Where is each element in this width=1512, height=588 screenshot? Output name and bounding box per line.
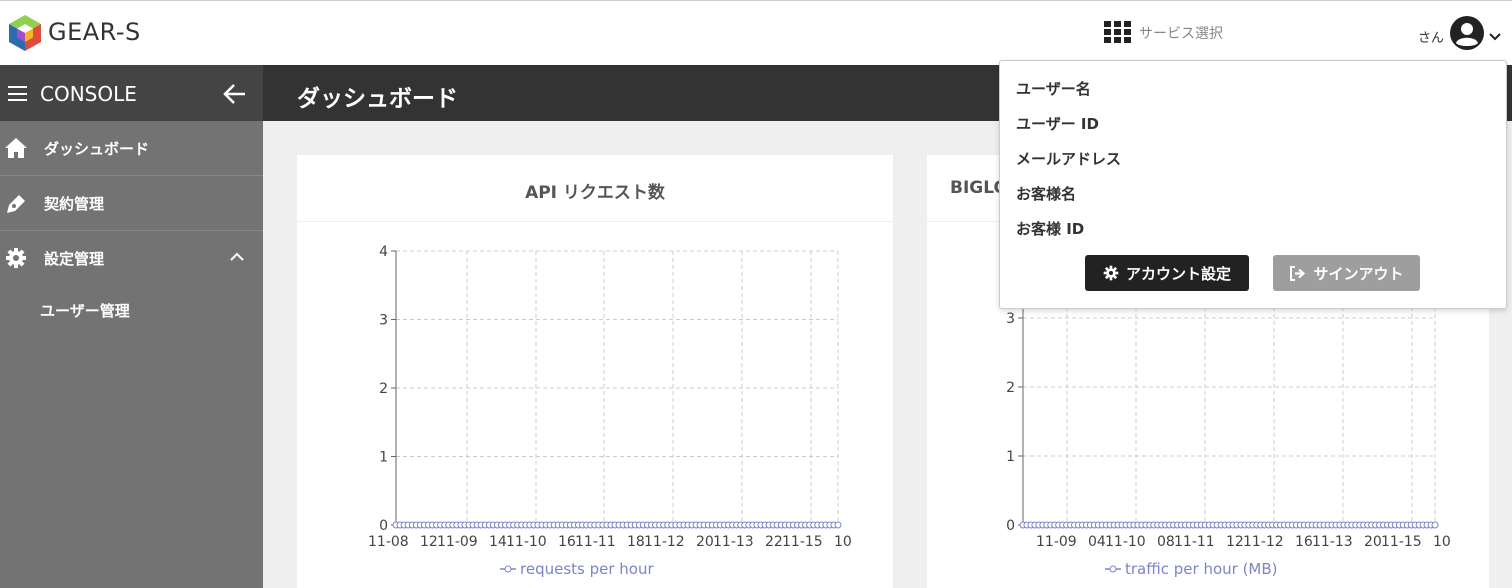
- user-suffix-label: さん: [1418, 30, 1445, 46]
- sidebar-item-label: 設定管理: [44, 250, 105, 268]
- data-point: [834, 521, 842, 529]
- sidebar-item-settings[interactable]: 設定管理: [0, 231, 263, 286]
- x-tick-label: 11-11: [575, 534, 616, 550]
- x-tick-label: 11-08: [368, 534, 409, 550]
- x-tick-label: 10: [834, 534, 852, 550]
- api-requests-chart: 0123411-08 12 11-09 14 11-10 16 11-11 18 11-12 20…: [368, 244, 852, 578]
- sidebar-item-label: ダッシュボード: [44, 140, 150, 158]
- x-tick-label: 04: [1088, 534, 1106, 550]
- chevron-down-icon: [1489, 33, 1501, 41]
- sidebar-subitem-user-management[interactable]: ユーザー管理: [0, 286, 263, 334]
- pen-icon: [7, 195, 25, 213]
- sidebar-item-label: 契約管理: [44, 195, 105, 213]
- dropdown-user-name: ユーザー名: [1016, 80, 1091, 98]
- x-tick-label: 16: [558, 534, 576, 550]
- x-tick-label: 11-15: [782, 534, 823, 550]
- x-tick-label: 20: [696, 534, 714, 550]
- y-tick-label: 2: [1006, 380, 1015, 396]
- home-icon: [5, 138, 27, 158]
- sidebar-item-dashboard[interactable]: ダッシュボード: [0, 121, 263, 176]
- x-tick-label: 11-10: [1105, 534, 1146, 550]
- sign-out-icon: [1290, 265, 1306, 281]
- dropdown-user-id: ユーザー ID: [1016, 115, 1099, 133]
- y-tick-label: 1: [379, 450, 388, 466]
- apps-grid-icon: [1104, 21, 1132, 45]
- y-tick-label: 4: [379, 244, 388, 260]
- x-tick-label: 11-12: [1243, 534, 1284, 550]
- console-title: CONSOLE: [40, 82, 137, 106]
- x-tick-label: 22: [765, 534, 783, 550]
- x-tick-label: 18: [627, 534, 645, 550]
- account-settings-label: アカウント設定: [1125, 264, 1231, 283]
- x-tick-label: 12: [1226, 534, 1244, 550]
- x-tick-label: 11-13: [1312, 534, 1353, 550]
- gear-icon: [6, 248, 26, 268]
- x-tick-label: 11-15: [1381, 534, 1422, 550]
- x-tick-label: 20: [1364, 534, 1382, 550]
- legend-marker: [504, 565, 512, 573]
- x-tick-label: 11-11: [1174, 534, 1215, 550]
- user-avatar-icon: [1450, 16, 1485, 50]
- legend-label: traffic per hour (MB): [1125, 560, 1278, 578]
- x-tick-label: 11-10: [506, 534, 547, 550]
- sidebar-item-contracts[interactable]: 契約管理: [0, 176, 263, 231]
- api-requests-card: API リクエスト数 0 1 2 3 4 11-08 12 11-09 14 11-10 16 11-…: [297, 155, 893, 588]
- y-tick-label: 0: [379, 518, 388, 534]
- user-menu-button[interactable]: さん: [1418, 15, 1502, 51]
- data-point: [1431, 521, 1439, 529]
- x-tick-label: 16: [1295, 534, 1313, 550]
- sidebar: CONSOLE ダッシュボード 契約管理 設定管理 ユーザー管理: [0, 65, 263, 588]
- dropdown-email: メールアドレス: [1016, 150, 1122, 168]
- y-tick-label: 0: [1006, 518, 1015, 534]
- x-tick-label: 11-09: [437, 534, 478, 550]
- top-header: GEAR-S サービス選択 さん: [0, 0, 1512, 65]
- sign-out-label: サインアウト: [1313, 264, 1404, 283]
- y-tick-label: 3: [379, 313, 388, 329]
- hamburger-menu-icon[interactable]: [8, 86, 27, 101]
- sidebar-header: CONSOLE: [0, 65, 263, 121]
- page-title: ダッシュボード: [297, 86, 458, 112]
- sign-out-button[interactable]: サインアウト: [1273, 255, 1420, 291]
- x-tick-label: 14: [489, 534, 507, 550]
- x-tick-label: 11-13: [713, 534, 754, 550]
- x-tick-label: 11-12: [644, 534, 685, 550]
- arrow-left-icon[interactable]: [222, 83, 248, 105]
- gear-s-logo-icon[interactable]: [7, 13, 43, 53]
- legend-label: requests per hour: [520, 560, 654, 578]
- service-select-label: サービス選択: [1139, 26, 1223, 42]
- brand-name[interactable]: GEAR-S: [48, 18, 141, 46]
- y-tick-label: 1: [1006, 449, 1015, 465]
- x-tick-label: 08: [1157, 534, 1175, 550]
- legend-marker: [1109, 565, 1117, 573]
- chevron-up-icon: [230, 252, 244, 261]
- gear-icon: [1103, 265, 1119, 281]
- dropdown-customer-id: お客様 ID: [1016, 220, 1085, 238]
- y-tick-label: 2: [379, 381, 388, 397]
- dropdown-customer-name: お客様名: [1016, 185, 1077, 203]
- x-tick-label: 12: [420, 534, 438, 550]
- x-tick-label: 11-09: [1036, 534, 1077, 550]
- user-dropdown-menu: ユーザー名 ユーザー ID メールアドレス お客様名 お客様 ID アカウント設…: [999, 60, 1507, 309]
- y-tick-label: 3: [1006, 311, 1015, 327]
- account-settings-button[interactable]: アカウント設定: [1085, 255, 1249, 291]
- x-tick-label: 10: [1433, 534, 1451, 550]
- sidebar-subitem-label: ユーザー管理: [40, 302, 130, 320]
- service-select-button[interactable]: サービス選択: [1104, 20, 1223, 46]
